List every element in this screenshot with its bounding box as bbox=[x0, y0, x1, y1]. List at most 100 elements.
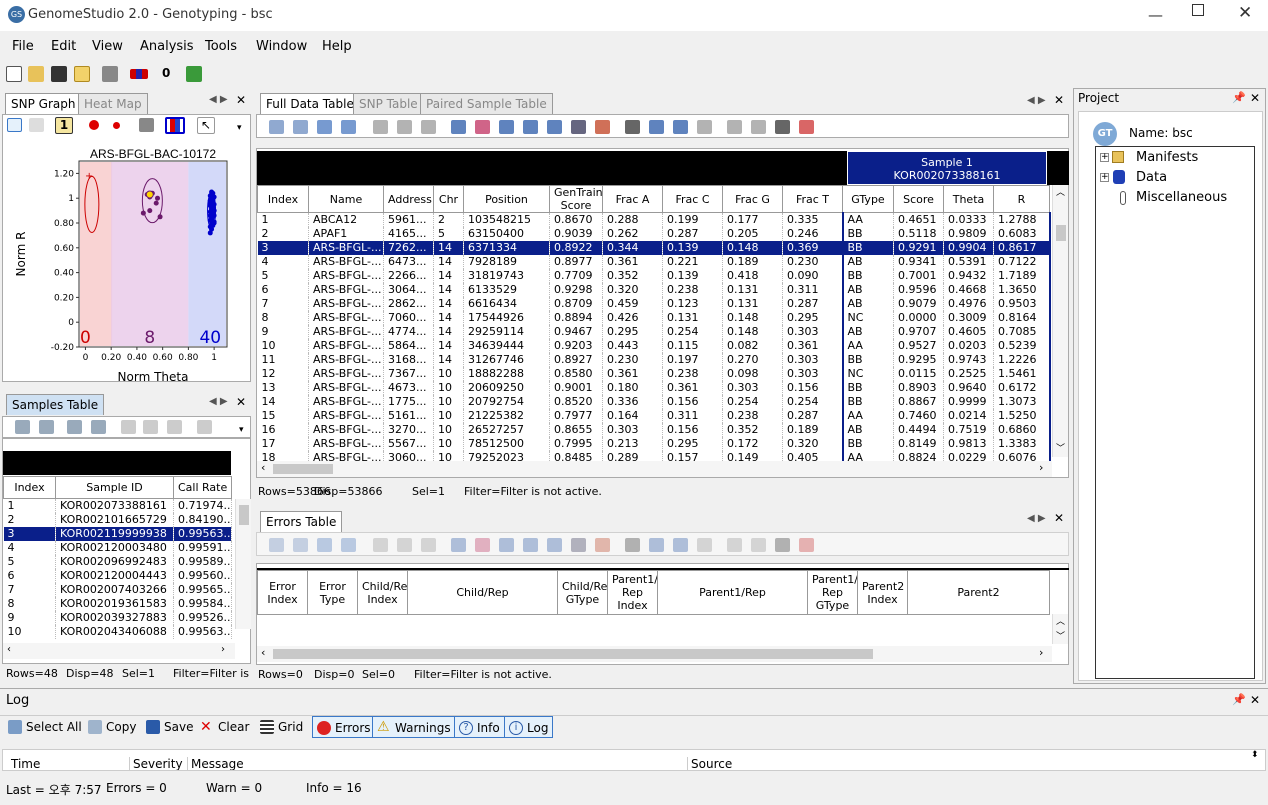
errors-vscroll[interactable]: ︿ ﹀ bbox=[1052, 614, 1068, 644]
table-row[interactable]: 9 ARS-BFGL-... 4774... 14 29259114 0.9467 0.29… bbox=[257, 324, 1051, 339]
folder-icon[interactable] bbox=[74, 66, 90, 82]
bar-chart-icon[interactable] bbox=[499, 538, 514, 552]
columns-icon[interactable] bbox=[293, 120, 308, 134]
zero-button[interactable]: 0 bbox=[162, 66, 170, 80]
cluster-icon[interactable] bbox=[130, 69, 148, 79]
col-severity[interactable]: Severity bbox=[129, 757, 183, 770]
bookmark-icon[interactable] bbox=[775, 120, 790, 134]
heatmap-icon[interactable] bbox=[595, 120, 610, 134]
table-row[interactable]: 7 ARS-BFGL-... 2862... 14 6616434 0.8709 0.459… bbox=[257, 296, 1051, 311]
col-header[interactable]: Frac T bbox=[782, 185, 843, 213]
table-row[interactable]: 8 KOR002019361583 0.99584... bbox=[3, 596, 232, 611]
tree-item-misc[interactable]: Miscellaneous bbox=[1136, 190, 1227, 205]
columns-icon[interactable] bbox=[39, 420, 54, 434]
scroll-down-icon[interactable]: ﹀ bbox=[1056, 441, 1065, 454]
menu-edit[interactable]: Edit bbox=[51, 39, 76, 54]
full-hscroll[interactable]: ‹ › bbox=[257, 461, 1052, 477]
samples-hscroll[interactable]: ‹ › bbox=[3, 643, 235, 659]
panel-close-icon[interactable]: ✕ bbox=[1250, 91, 1260, 105]
tab-errors-table[interactable]: Errors Table bbox=[260, 511, 343, 532]
clear-filter-icon[interactable] bbox=[697, 538, 712, 552]
overflow-icon[interactable]: ▾ bbox=[239, 425, 254, 439]
plot-icon[interactable] bbox=[29, 118, 44, 132]
col-header[interactable]: Frac G bbox=[722, 185, 783, 213]
col-header[interactable]: Chr bbox=[433, 185, 464, 213]
col-header[interactable]: Index bbox=[3, 476, 56, 499]
copy-icon[interactable] bbox=[139, 118, 154, 132]
tab-full-data-table[interactable]: Full Data Table bbox=[260, 93, 360, 114]
col-header[interactable]: Parent2 bbox=[907, 570, 1050, 615]
select-all-button[interactable]: Select All bbox=[4, 716, 86, 738]
tab-paired-sample-table[interactable]: Paired Sample Table bbox=[420, 93, 553, 114]
scatter-icon[interactable] bbox=[475, 120, 490, 134]
heatmap-icon[interactable] bbox=[595, 538, 610, 552]
table-row[interactable]: 2 APAF1 4165... 5 63150400 0.9039 0.262 0.287 0.… bbox=[257, 226, 1051, 241]
table-row[interactable]: 1 KOR002073388161 0.71974... bbox=[3, 498, 232, 513]
column-filter-icon[interactable] bbox=[649, 538, 664, 552]
pie-icon[interactable] bbox=[571, 120, 586, 134]
table-row[interactable]: 6 KOR002120004443 0.99560... bbox=[3, 568, 232, 583]
errors-toggle[interactable]: Errors bbox=[312, 716, 376, 738]
scroll-thumb[interactable] bbox=[273, 649, 873, 659]
table-row[interactable]: 3 ARS-BFGL-... 7262... 14 6371334 0.8922 0.344… bbox=[257, 240, 1051, 255]
scroll-left-icon[interactable]: ‹ bbox=[261, 646, 265, 659]
menu-file[interactable]: File bbox=[12, 39, 34, 54]
export-icon[interactable] bbox=[341, 120, 356, 134]
menu-window[interactable]: Window bbox=[256, 39, 307, 54]
save-icon[interactable] bbox=[51, 66, 67, 82]
import-icon[interactable] bbox=[317, 120, 332, 134]
open-folder-icon[interactable] bbox=[28, 66, 44, 82]
save-button[interactable]: Save bbox=[142, 716, 197, 738]
table-row[interactable]: 11 ARS-BFGL-... 3168... 14 31267746 0.8927 0.2… bbox=[257, 352, 1051, 367]
sort-asc-icon[interactable] bbox=[373, 120, 388, 134]
col-header[interactable]: Name bbox=[308, 185, 384, 213]
col-header[interactable]: R bbox=[993, 185, 1050, 213]
col-header[interactable]: Position bbox=[463, 185, 550, 213]
line-chart-icon[interactable] bbox=[451, 120, 466, 134]
col-header[interactable]: Score bbox=[893, 185, 944, 213]
edit-icon[interactable] bbox=[269, 538, 284, 552]
import-icon[interactable] bbox=[317, 538, 332, 552]
panel-nav-icon[interactable]: ◀ ▶ bbox=[209, 396, 228, 407]
minimize-icon[interactable]: — bbox=[1148, 6, 1163, 24]
pin-icon[interactable]: 📌 bbox=[1232, 693, 1246, 706]
snp-scatter-plot[interactable]: + ARS-BFGL-BAC-10172 1.20 1 0.80 0.60 0.40 0.20… bbox=[3, 137, 251, 383]
col-header[interactable]: Theta bbox=[943, 185, 994, 213]
pin-icon[interactable]: 📌 bbox=[1232, 91, 1246, 104]
col-header[interactable]: Child/Rep bbox=[407, 570, 558, 615]
filter-icon[interactable] bbox=[673, 538, 688, 552]
col-header[interactable]: Child/Rep GType bbox=[557, 570, 608, 615]
table-row[interactable]: 14 ARS-BFGL-... 1775... 10 20792754 0.8520 0.3… bbox=[257, 394, 1051, 409]
info-toggle[interactable]: ? Info bbox=[454, 716, 505, 738]
copy-button[interactable]: Copy bbox=[84, 716, 140, 738]
scroll-right-icon[interactable]: › bbox=[1039, 461, 1043, 474]
errors-hscroll[interactable]: ‹ › bbox=[257, 646, 1052, 662]
bar-chart-icon[interactable] bbox=[499, 120, 514, 134]
table-row[interactable]: 4 KOR002120003480 0.99591... bbox=[3, 540, 232, 555]
table-row[interactable]: 6 ARS-BFGL-... 3064... 14 6133529 0.9298 0.320… bbox=[257, 282, 1051, 297]
table-row[interactable]: 4 ARS-BFGL-... 6473... 14 7928189 0.8977 0.361… bbox=[257, 254, 1051, 269]
col-header[interactable]: Error Index bbox=[257, 570, 308, 615]
scatter-icon[interactable] bbox=[7, 118, 22, 132]
tab-snp-table[interactable]: SNP Table bbox=[353, 93, 424, 114]
box-plot-icon[interactable] bbox=[523, 120, 538, 134]
overflow-icon[interactable]: ▾ bbox=[237, 123, 252, 137]
color-bar-icon[interactable] bbox=[799, 538, 814, 552]
menu-tools[interactable]: Tools bbox=[205, 39, 237, 54]
sort-az-icon[interactable] bbox=[421, 538, 436, 552]
col-header[interactable]: GenTrain Score bbox=[549, 185, 603, 213]
table-row[interactable]: 10 ARS-BFGL-... 5864... 14 34639444 0.9203 0.4… bbox=[257, 338, 1051, 353]
expand-icon[interactable]: + bbox=[1100, 153, 1109, 162]
grid-button[interactable]: Grid bbox=[256, 716, 307, 738]
pie-icon[interactable] bbox=[571, 538, 586, 552]
formula-icon[interactable] bbox=[625, 538, 640, 552]
line-chart-icon[interactable] bbox=[451, 538, 466, 552]
col-header[interactable]: Frac A bbox=[602, 185, 663, 213]
table-row[interactable]: 5 KOR002096992483 0.99589... bbox=[3, 554, 232, 569]
scroll-left-icon[interactable]: ‹ bbox=[261, 461, 265, 474]
full-vscroll[interactable]: ︿ ﹀ bbox=[1052, 185, 1068, 457]
col-header[interactable]: Address bbox=[383, 185, 434, 213]
col-time[interactable]: Time bbox=[11, 757, 40, 770]
samples-vscroll[interactable] bbox=[235, 499, 251, 629]
scatter-icon[interactable] bbox=[475, 538, 490, 552]
